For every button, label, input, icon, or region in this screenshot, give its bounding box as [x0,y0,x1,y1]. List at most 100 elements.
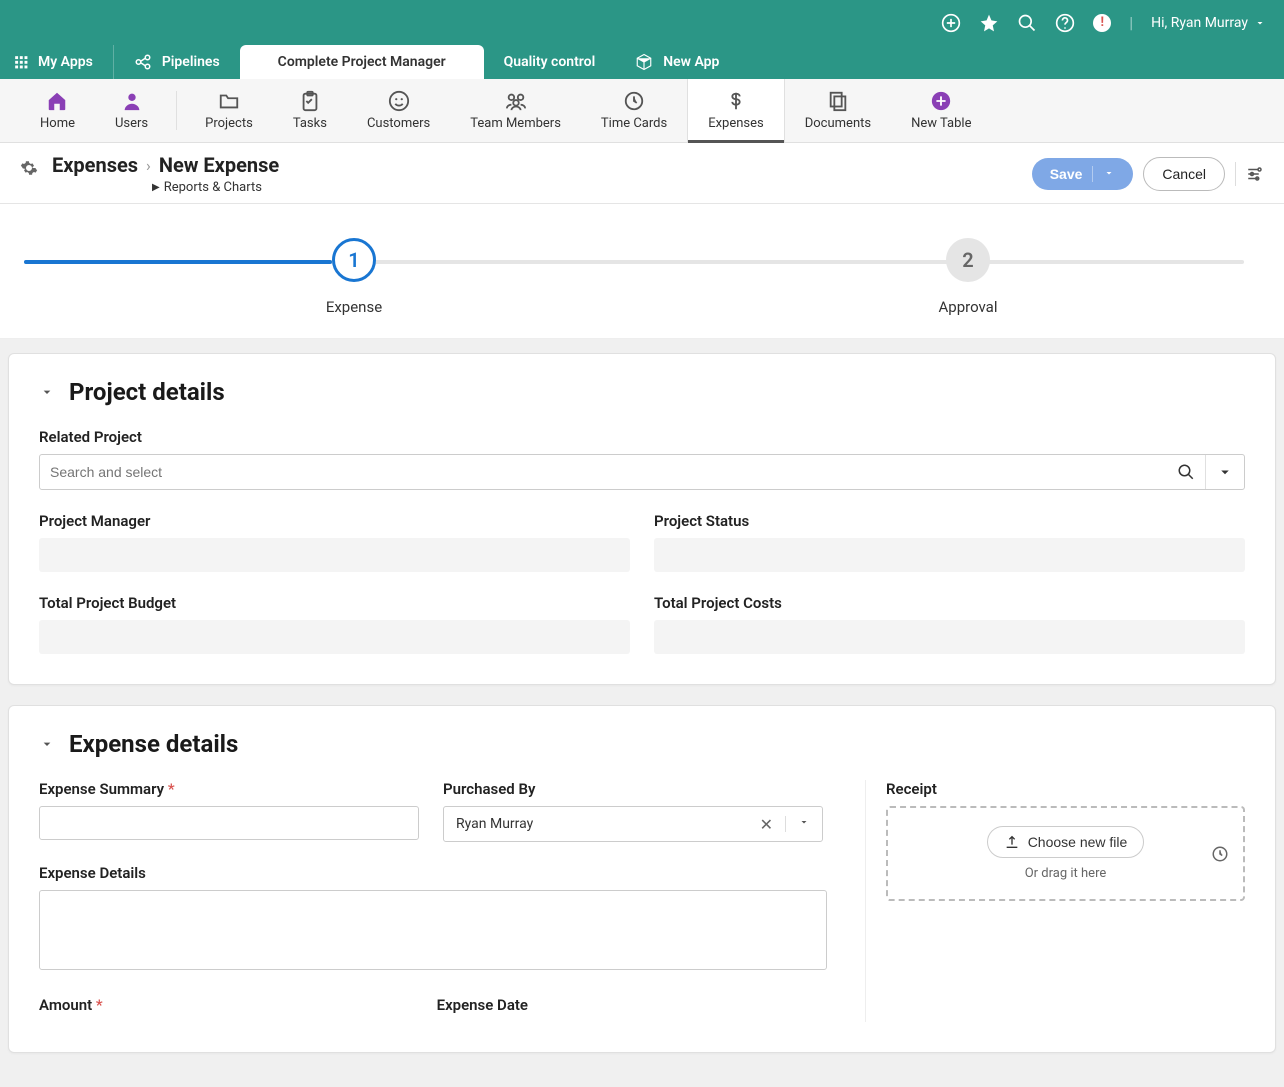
dropdown-button[interactable] [1205,455,1244,489]
history-icon[interactable] [1211,845,1229,863]
content-area: Project details Related Project Project … [0,339,1284,1087]
card-title: Expense details [69,730,238,758]
tab-label: Complete Project Manager [278,54,446,70]
project-details-card: Project details Related Project Project … [8,353,1276,685]
related-project-select[interactable] [39,454,1245,490]
apps-grid-icon [14,55,28,69]
nav-customers[interactable]: Customers [347,79,450,142]
project-budget-value [39,620,630,654]
tab-label: My Apps [38,54,93,70]
step-track-fill [24,260,332,264]
star-icon[interactable] [979,13,999,33]
nav-expenses[interactable]: Expenses [687,79,785,142]
documents-icon [827,90,849,112]
user-icon [121,90,143,112]
project-costs-value [654,620,1245,654]
expense-date-label: Expense Date [437,996,528,1014]
help-icon[interactable] [1055,13,1075,33]
clipboard-icon [299,90,321,112]
gear-icon[interactable] [20,159,38,177]
tab-label: Quality control [504,54,596,70]
nav-label: Home [40,116,75,131]
nav-time-cards[interactable]: Time Cards [581,79,687,142]
cancel-button[interactable]: Cancel [1143,157,1225,191]
greeting-text: Hi, Ryan Murray [1151,15,1248,31]
tab-pipelines[interactable]: Pipelines [114,45,240,79]
top-header: ! | Hi, Ryan Murray [0,0,1284,45]
nav-team-members[interactable]: Team Members [450,79,581,142]
expense-details-label: Expense Details [39,864,835,882]
tab-complete-project-manager[interactable]: Complete Project Manager [240,45,484,79]
user-greeting[interactable]: Hi, Ryan Murray [1151,15,1266,31]
tab-label: New App [663,54,719,70]
smile-icon [388,90,410,112]
reports-charts-link[interactable]: ▶ Reports & Charts [152,180,279,195]
step-label-2: Approval [939,298,998,316]
tab-new-app[interactable]: New App [615,45,739,79]
app-tabs: My Apps Pipelines Complete Project Manag… [0,45,1284,79]
chevron-down-icon [1254,17,1266,29]
chevron-down-icon [798,816,810,828]
triangle-icon: ▶ [152,182,160,193]
nav-label: Tasks [293,116,327,131]
save-label: Save [1050,166,1083,182]
alert-badge[interactable]: ! [1093,14,1111,32]
breadcrumb-separator: › [146,156,151,175]
receipt-dropzone[interactable]: Choose new file Or drag it here [886,806,1245,901]
nav-users[interactable]: Users [95,79,168,142]
save-dropdown[interactable] [1092,166,1115,182]
expense-summary-label: Expense Summary * [39,780,419,798]
project-manager-label: Project Manager [39,512,630,530]
search-icon [1177,463,1195,481]
add-icon[interactable] [941,13,961,33]
search-button[interactable] [1167,455,1205,489]
nav-projects[interactable]: Projects [185,79,273,142]
purchased-by-select[interactable]: Ryan Murray ✕ [443,806,823,842]
breadcrumb: Expenses › New Expense ▶ Reports & Chart… [52,153,279,195]
related-project-input[interactable] [40,464,1167,480]
tab-my-apps[interactable]: My Apps [0,45,114,79]
home-icon [46,90,68,112]
pipelines-icon [134,53,152,71]
project-manager-value [39,538,630,572]
nav-label: Team Members [470,116,561,131]
nav-documents[interactable]: Documents [785,79,891,142]
nav-label: Time Cards [601,116,667,131]
chevron-down-icon [39,384,55,400]
card-header[interactable]: Expense details [39,730,1245,758]
choose-file-button[interactable]: Choose new file [987,826,1145,858]
plus-circle-icon [930,90,952,112]
receipt-label: Receipt [886,780,1245,798]
nav-new-table[interactable]: New Table [891,79,991,142]
step-marker-1[interactable]: 1 [332,238,376,282]
nav-label: Expenses [708,116,764,131]
nav-label: New Table [911,116,971,131]
nav-separator [176,91,177,130]
nav-tasks[interactable]: Tasks [273,79,347,142]
table-nav: Home Users Projects Tasks Customers Team… [0,79,1284,143]
settings-icon[interactable] [1246,165,1264,183]
search-icon[interactable] [1017,13,1037,33]
breadcrumb-parent[interactable]: Expenses [52,153,138,177]
tab-quality-control[interactable]: Quality control [484,45,616,79]
clear-icon[interactable]: ✕ [748,815,785,834]
nav-label: Projects [205,116,253,131]
package-icon [635,53,653,71]
expense-details-card: Expense details Expense Summary * Purcha… [8,705,1276,1053]
team-icon [505,90,527,112]
expense-summary-input[interactable] [39,806,419,840]
save-button[interactable]: Save [1032,158,1134,190]
step-marker-2[interactable]: 2 [946,238,990,282]
dollar-icon [725,90,747,112]
step-label-1: Expense [326,298,382,316]
purchased-by-label: Purchased By [443,780,823,798]
folder-icon [218,90,240,112]
nav-label: Users [115,116,148,131]
expense-details-textarea[interactable] [39,890,827,970]
nav-home[interactable]: Home [20,79,95,142]
card-header[interactable]: Project details [39,378,1245,406]
card-title: Project details [69,378,225,406]
header-divider: | [1129,13,1133,32]
project-costs-label: Total Project Costs [654,594,1245,612]
dropdown-chevron[interactable] [785,816,822,832]
